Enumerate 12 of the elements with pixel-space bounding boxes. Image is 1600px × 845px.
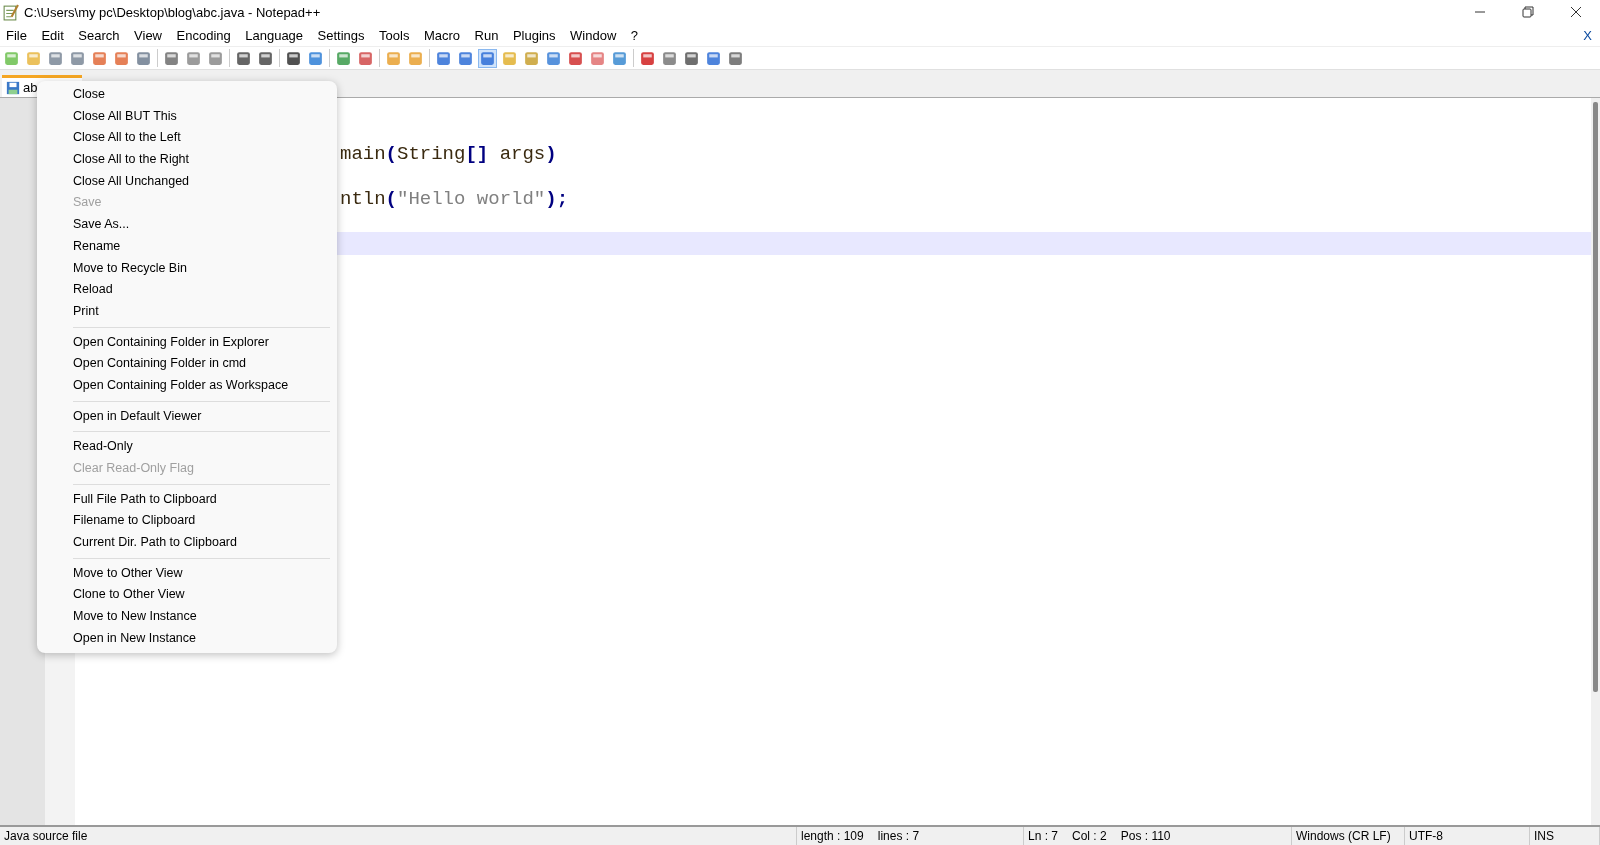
status-text: INS [1534, 829, 1554, 843]
code-line: ntln("Hello world"); [340, 187, 569, 210]
window-title: C:\Users\my pc\Desktop\blog\abc.java - Notepad++ [24, 4, 321, 20]
code-line: main(String[] args) [340, 142, 557, 165]
status-text: Java source file [4, 829, 88, 843]
status-text: Pos : 110 [1120, 829, 1171, 843]
status-text: UTF-8 [1409, 829, 1443, 843]
status-text: Windows (CR LF) [1296, 829, 1391, 843]
status-text: length : 109 [801, 829, 864, 843]
status-text: Col : 2 [1072, 829, 1107, 843]
status-text: Ln : 7 [1028, 829, 1059, 843]
status-text: lines : 7 [877, 829, 920, 843]
